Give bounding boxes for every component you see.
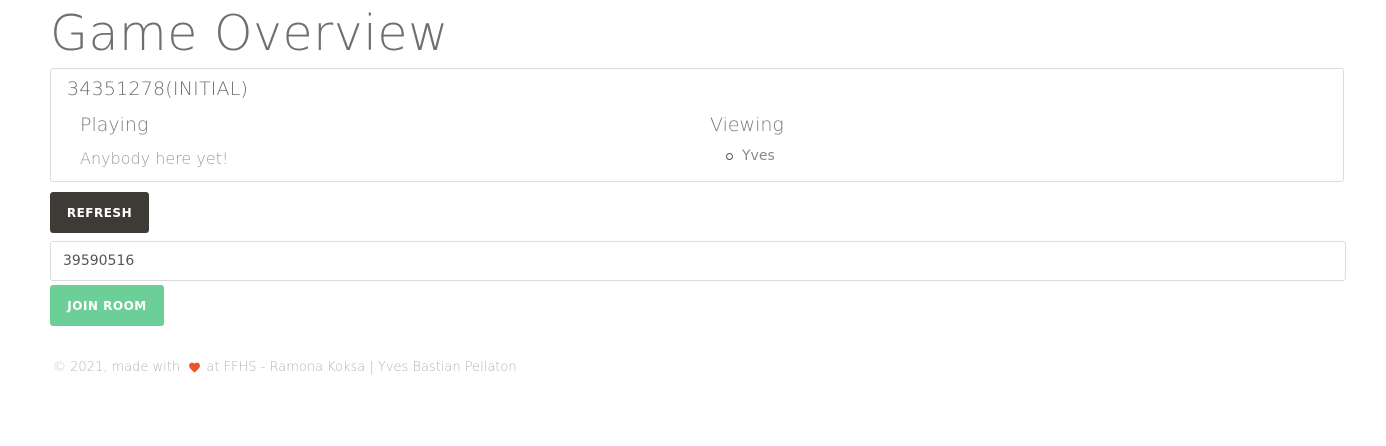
- viewing-heading: Viewing: [710, 114, 784, 136]
- page-title: Game Overview: [50, 5, 449, 62]
- footer: © 2021, made with at FFHS - Ramona Koksa…: [53, 360, 517, 377]
- viewers-list: Yves: [710, 147, 775, 165]
- viewer-item: Yves: [710, 147, 775, 165]
- playing-empty-text: Anybody here yet!: [80, 149, 229, 168]
- heart-icon: [188, 361, 201, 377]
- join-room-button[interactable]: JOIN ROOM: [50, 285, 164, 326]
- room-card: 34351278(INITIAL) Playing Anybody here y…: [50, 68, 1344, 182]
- playing-heading: Playing: [80, 114, 149, 136]
- footer-prefix: © 2021, made with: [53, 360, 181, 375]
- room-id-input[interactable]: [50, 241, 1346, 281]
- footer-suffix: at FFHS - Ramona Koksa | Yves Bastian Pe…: [206, 360, 517, 375]
- viewer-name: Yves: [742, 148, 775, 164]
- game-overview-page: Game Overview 34351278(INITIAL) Playing …: [0, 0, 1386, 446]
- room-title: 34351278(INITIAL): [67, 78, 249, 100]
- list-bullet-icon: [726, 153, 733, 160]
- refresh-button[interactable]: REFRESH: [50, 192, 149, 233]
